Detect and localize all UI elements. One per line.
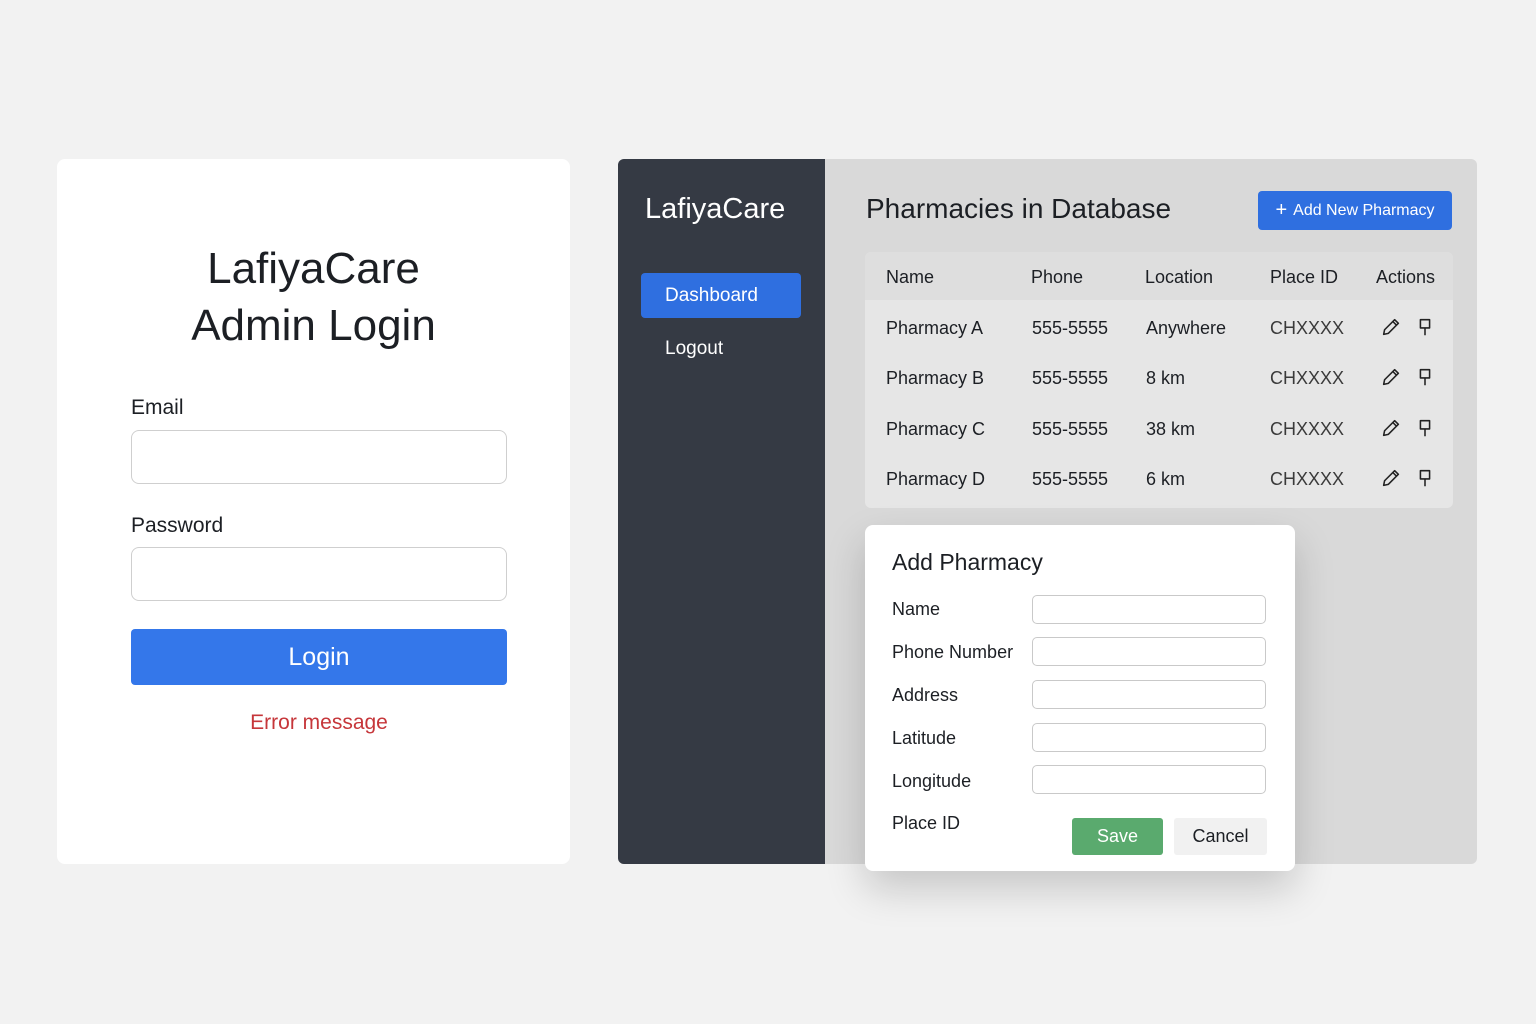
pin-icon[interactable] [1414, 467, 1436, 489]
table-row: Pharmacy C 555-5555 38 km CHXXXX [865, 403, 1453, 453]
login-button[interactable]: Login [131, 629, 507, 685]
pin-icon[interactable] [1414, 417, 1436, 439]
plus-icon: + [1275, 199, 1288, 221]
cell-name: Pharmacy A [886, 318, 984, 338]
name-field[interactable] [1032, 595, 1266, 624]
login-title-subtitle: Admin Login [191, 301, 436, 350]
add-new-pharmacy-button[interactable]: + Add New Pharmacy [1258, 191, 1452, 230]
cell-phone: 555-5555 [1032, 469, 1109, 489]
password-field[interactable] [131, 547, 507, 601]
cell-phone: 555-5555 [1032, 318, 1109, 338]
cell-phone: 555-5555 [1032, 419, 1109, 439]
cell-place-id: CHXXXX [1270, 318, 1345, 338]
pin-icon[interactable] [1414, 316, 1436, 338]
column-header-phone: Phone [1031, 267, 1084, 287]
address-field[interactable] [1032, 680, 1266, 709]
cell-location: Anywhere [1146, 318, 1227, 338]
sidebar-brand: LafiyaCare [645, 193, 786, 225]
login-title-brand: LafiyaCare [207, 244, 420, 293]
cell-phone: 555-5555 [1032, 368, 1109, 388]
table-row: Pharmacy A 555-5555 Anywhere CHXXXX [865, 302, 1453, 352]
longitude-label: Longitude [892, 771, 972, 791]
cell-name: Pharmacy D [886, 469, 986, 489]
column-header-place-id: Place ID [1270, 267, 1339, 287]
error-message: Error message [250, 711, 388, 734]
phone-number-field[interactable] [1032, 637, 1266, 666]
cell-location: 38 km [1146, 419, 1196, 439]
login-title: LafiyaCare Admin Login [57, 240, 570, 354]
column-header-actions: Actions [1376, 267, 1436, 287]
pencil-icon[interactable] [1380, 467, 1402, 489]
phone-number-label: Phone Number [892, 642, 1014, 662]
latitude-field[interactable] [1032, 723, 1266, 752]
pencil-icon[interactable] [1380, 417, 1402, 439]
pharmacy-table: Name Phone Location Place ID Actions Pha… [865, 252, 1453, 508]
cell-place-id: CHXXXX [1270, 419, 1345, 439]
cell-place-id: CHXXXX [1270, 368, 1345, 388]
modal-title: Add Pharmacy [892, 549, 1043, 575]
sidebar-item-logout[interactable]: Logout [641, 326, 801, 371]
password-label: Password [131, 514, 224, 537]
cell-name: Pharmacy C [886, 419, 986, 439]
email-label: Email [131, 396, 184, 419]
latitude-label: Latitude [892, 728, 957, 748]
cell-place-id: CHXXXX [1270, 469, 1345, 489]
cancel-button[interactable]: Cancel [1174, 818, 1267, 855]
pencil-icon[interactable] [1380, 316, 1402, 338]
sidebar-item-dashboard[interactable]: Dashboard [641, 273, 801, 318]
column-header-name: Name [886, 267, 935, 287]
cell-location: 8 km [1146, 368, 1186, 388]
column-header-location: Location [1145, 267, 1214, 287]
save-button[interactable]: Save [1072, 818, 1163, 855]
longitude-field[interactable] [1032, 765, 1266, 794]
table-row: Pharmacy B 555-5555 8 km CHXXXX [865, 352, 1453, 402]
add-pharmacy-modal: Add Pharmacy Name Phone Number Address L… [865, 525, 1295, 871]
table-header: Name Phone Location Place ID Actions [865, 252, 1453, 300]
pencil-icon[interactable] [1380, 366, 1402, 388]
add-new-pharmacy-label: Add New Pharmacy [1293, 202, 1435, 219]
sidebar: LafiyaCare Dashboard Logout [618, 159, 825, 864]
address-label: Address [892, 685, 959, 705]
place-id-label: Place ID [892, 813, 961, 833]
page-title: Pharmacies in Database [866, 193, 1172, 224]
pin-icon[interactable] [1414, 366, 1436, 388]
table-row: Pharmacy D 555-5555 6 km CHXXXX [865, 453, 1453, 503]
email-field[interactable] [131, 430, 507, 484]
name-label: Name [892, 599, 941, 619]
cell-location: 6 km [1146, 469, 1186, 489]
cell-name: Pharmacy B [886, 368, 985, 388]
